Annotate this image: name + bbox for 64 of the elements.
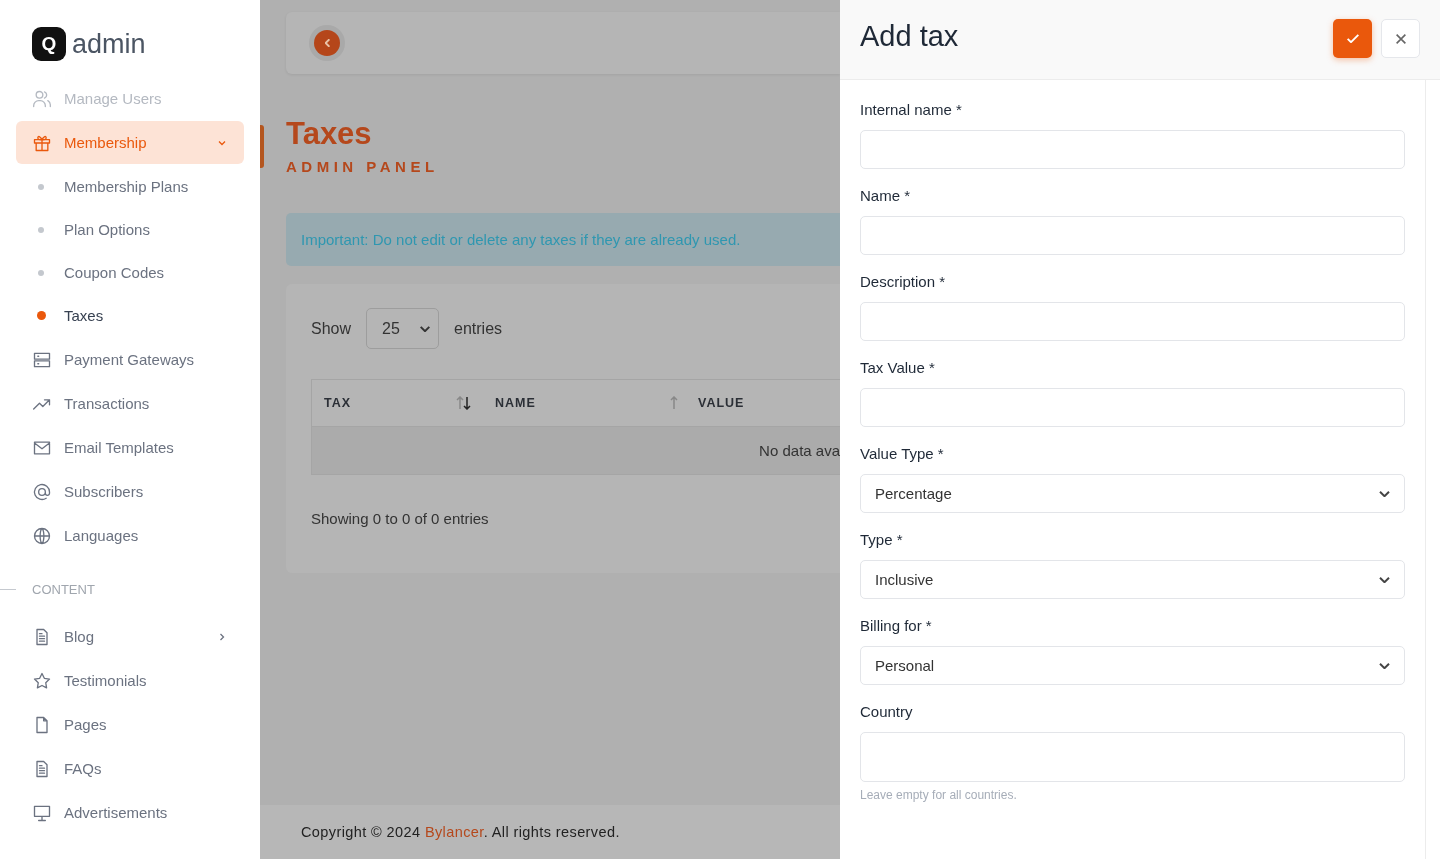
sidebar-item[interactable]: Transactions (16, 382, 244, 425)
close-button[interactable] (1381, 19, 1420, 58)
globe-icon (32, 525, 52, 546)
chevron-down-icon (1379, 576, 1390, 583)
input-field[interactable] (860, 302, 1405, 341)
field-label: Country (860, 702, 914, 722)
sidebar-item[interactable]: Pages (16, 703, 244, 746)
sidebar-subitem[interactable]: Coupon Codes (0, 251, 260, 294)
sidebar-subitem[interactable]: Membership Plans (0, 165, 260, 208)
sidebar-item[interactable]: FAQs (16, 747, 244, 790)
sidebar-item[interactable]: Advertisements (16, 791, 244, 834)
column-header[interactable]: NAME (495, 396, 690, 410)
sort-icon (456, 396, 471, 410)
copyright-text: Copyright © 2024 Bylancer. All rights reserved. (301, 824, 620, 840)
page-size-select[interactable]: 25 (366, 308, 440, 349)
table-info: Showing 0 to 0 of 0 entries (311, 510, 490, 527)
field-label: Value Type * (860, 444, 945, 464)
field-label: Type * (860, 530, 904, 550)
section-label: CONTENT (32, 581, 95, 597)
sidebar-item[interactable]: Blog (16, 615, 244, 658)
sort-icon (670, 396, 678, 410)
sidebar-item[interactable]: Membership (16, 121, 244, 164)
logo-mark: Q (32, 27, 66, 61)
sidebar-item[interactable]: Payment Gateways (16, 338, 244, 381)
sidebar-subitem[interactable]: Taxes (0, 294, 260, 337)
sidebar-subitem[interactable]: Plan Options (0, 208, 260, 251)
select-field[interactable]: Percentage (860, 474, 1405, 513)
footer-link[interactable]: Bylancer (424, 824, 484, 840)
show-label: Show (311, 319, 352, 338)
field-label: Billing for * (860, 616, 933, 636)
at-icon (32, 481, 52, 502)
select-field[interactable]: Personal (860, 646, 1405, 685)
star-icon (32, 670, 52, 691)
logo-text: admin (72, 28, 146, 60)
column-header[interactable]: VALUE (698, 396, 757, 410)
sidebar-item[interactable]: Email Templates (16, 426, 244, 469)
input-field[interactable] (860, 216, 1405, 255)
field-label: Description * (860, 272, 947, 292)
sidebar-item[interactable]: Testimonials (16, 659, 244, 702)
page-title: Taxes (286, 116, 373, 152)
field-label: Tax Value * (860, 358, 936, 378)
close-icon (1395, 33, 1406, 44)
alert-text: Important: Do not edit or delete any taxes if they are already used. (301, 231, 741, 248)
check-icon (1346, 34, 1359, 43)
chevron-down-icon (1379, 490, 1390, 497)
users-icon (32, 88, 52, 109)
input-field[interactable] (860, 388, 1405, 427)
chevron-down-icon (1379, 662, 1390, 669)
page-subtitle: ADMIN PANEL (286, 158, 440, 175)
select-field[interactable]: Inclusive (860, 560, 1405, 599)
save-button[interactable] (1333, 19, 1372, 58)
chevron-left-icon (324, 39, 330, 47)
field-label: Name * (860, 186, 912, 206)
tags-field[interactable] (860, 732, 1405, 782)
empty-text: No data ava (759, 442, 840, 459)
column-header[interactable]: TAX (324, 396, 483, 410)
help-text: Leave empty for all countries. (860, 788, 1018, 802)
input-field[interactable] (860, 130, 1405, 169)
field-label: Internal name * (860, 100, 963, 120)
sidebar-item[interactable]: Languages (16, 514, 244, 557)
sidebar-item[interactable]: Subscribers (16, 470, 244, 513)
drawer-title: Add tax (860, 20, 960, 53)
entries-label: entries (454, 319, 503, 338)
chevron-down-icon (420, 325, 431, 332)
